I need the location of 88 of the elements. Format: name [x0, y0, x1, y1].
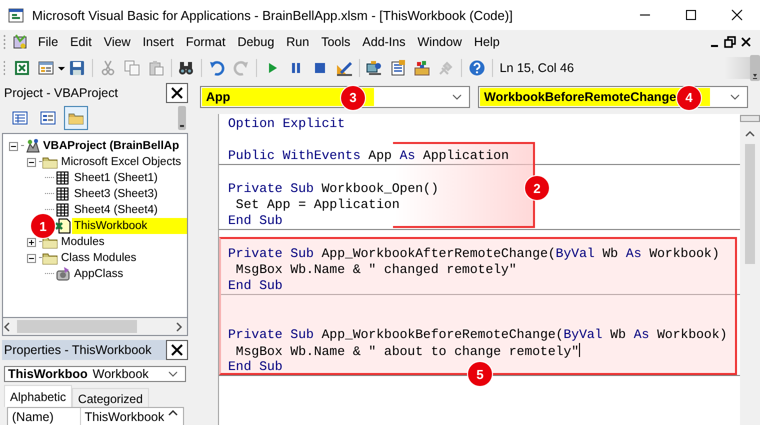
object-browser-icon[interactable] — [414, 60, 430, 76]
workbook-icon — [55, 218, 71, 234]
tree-item[interactable]: VBAProject (BrainBellAp — [41, 138, 182, 154]
collapse-icon[interactable] — [27, 254, 36, 262]
worksheet-icon — [55, 186, 71, 202]
code-line: MsgBox Wb.Name & " changed remotely" — [234, 262, 517, 278]
code-line: End Sub — [228, 278, 283, 294]
code-line: Set App = Application — [234, 197, 400, 213]
form-icon[interactable] — [38, 60, 54, 76]
close-button[interactable] — [166, 340, 188, 360]
scroll-up-icon[interactable] — [745, 130, 755, 138]
menu-item[interactable]: Add-Ins — [356, 33, 412, 51]
code-line: Option Explicit — [228, 116, 346, 132]
tree-item[interactable]: Microsoft Excel Objects — [59, 154, 184, 170]
tree-item[interactable]: ThisWorkbook — [72, 218, 187, 234]
undo-icon[interactable] — [208, 60, 225, 76]
object-dropdown[interactable]: App 3 — [200, 86, 470, 108]
close-icon[interactable] — [171, 344, 183, 356]
spreadsheet-icon[interactable] — [14, 60, 30, 76]
form-icon[interactable] — [40, 110, 56, 126]
menu-item[interactable]: Tools — [315, 33, 356, 51]
ruler-triangle-icon[interactable] — [336, 60, 352, 76]
menu-item[interactable]: Help — [468, 33, 506, 51]
code-line: Private Sub Workbook_Open() — [228, 181, 439, 197]
tree-item[interactable]: Sheet1 (Sheet1) — [72, 170, 160, 186]
properties-icon[interactable] — [390, 60, 406, 76]
help-icon[interactable] — [468, 60, 485, 76]
menu-item[interactable]: Run — [280, 33, 316, 51]
menu-item[interactable]: Window — [412, 33, 468, 51]
menu-item[interactable]: Debug — [231, 33, 280, 51]
scroll-thumb[interactable] — [745, 144, 755, 264]
tree-item[interactable]: Modules — [59, 234, 106, 250]
property-value[interactable]: ThisWorkbook — [80, 408, 168, 425]
pane-title: Properties - ThisWorkbook — [2, 340, 166, 360]
close-icon[interactable] — [171, 87, 183, 99]
tree-item[interactable]: Sheet4 (Sheet4) — [72, 202, 160, 218]
code-list-icon[interactable] — [12, 110, 28, 126]
collapse-icon[interactable] — [27, 158, 36, 166]
binoculars-icon[interactable] — [178, 60, 194, 76]
code-line: Private Sub App_WorkbookAfterRemoteChange(ByVal Wb As Workbook) — [228, 246, 720, 262]
toggle-folders-button[interactable] — [64, 106, 88, 130]
scroll-right-icon[interactable] — [175, 322, 183, 332]
worksheet-icon — [55, 170, 71, 186]
scroll-up-icon[interactable] — [168, 408, 178, 418]
split-handle[interactable] — [740, 115, 760, 122]
menu-item[interactable]: File — [32, 33, 64, 51]
code-line: Private Sub App_WorkbookBeforeRemoteChange(ByVal Wb As Workbook) — [228, 327, 728, 343]
code-editor[interactable] — [219, 114, 740, 425]
class-module-icon — [55, 266, 71, 282]
project-explorer-icon[interactable] — [366, 60, 382, 76]
code-line: MsgBox Wb.Name & " about to change remotely" — [234, 343, 580, 359]
collapse-icon[interactable] — [9, 142, 18, 150]
menu-item[interactable]: Edit — [64, 33, 98, 51]
expand-icon[interactable] — [27, 238, 36, 246]
tree-item[interactable]: Sheet3 (Sheet3) — [72, 186, 160, 202]
menu-item[interactable]: View — [98, 33, 137, 51]
worksheet-icon — [55, 202, 71, 218]
menu-item[interactable]: Format — [180, 33, 232, 51]
tab[interactable]: Alphabetic — [4, 385, 72, 407]
close-icon[interactable] — [740, 36, 752, 48]
menu-item[interactable]: Insert — [136, 33, 180, 51]
tab[interactable]: Categorized — [72, 388, 149, 407]
close-icon[interactable] — [731, 9, 743, 21]
step-marker: 2 — [525, 176, 549, 200]
property-name: (Name) — [8, 408, 81, 425]
horizontal-scrollbar[interactable] — [2, 318, 188, 336]
save-icon[interactable] — [68, 60, 85, 76]
app-icon — [8, 7, 24, 23]
restore-icon[interactable] — [724, 36, 736, 48]
object-dropdown[interactable]: ThisWorkboo Workbook — [4, 366, 186, 382]
window-title: Microsoft Visual Basic for Applications - BrainBellApp.xlsm - [ThisWorkbook (Code)] — [32, 8, 513, 22]
step-marker: 4 — [677, 86, 701, 110]
scroll-left-icon[interactable] — [3, 322, 11, 332]
procedure-dropdown[interactable]: WorkbookBeforeRemoteChange 4 — [478, 86, 748, 108]
code-line: End Sub — [228, 213, 283, 229]
project-icon — [24, 138, 40, 154]
step-marker: 1 — [31, 214, 55, 238]
step-marker: 5 — [468, 362, 492, 386]
step-marker: 3 — [341, 86, 365, 110]
close-button[interactable] — [166, 83, 188, 103]
maximize-icon[interactable] — [685, 9, 697, 21]
tree-item[interactable]: AppClass — [72, 266, 126, 282]
tree-item[interactable]: Class Modules — [59, 250, 138, 266]
pane-title: Project - VBAProject — [3, 85, 119, 102]
code-line: Public WithEvents App As Application — [228, 148, 509, 164]
code-line: End Sub — [228, 359, 283, 375]
toolbar-grip-icon[interactable] — [750, 55, 760, 81]
toolbar-grip-icon[interactable] — [178, 106, 186, 130]
